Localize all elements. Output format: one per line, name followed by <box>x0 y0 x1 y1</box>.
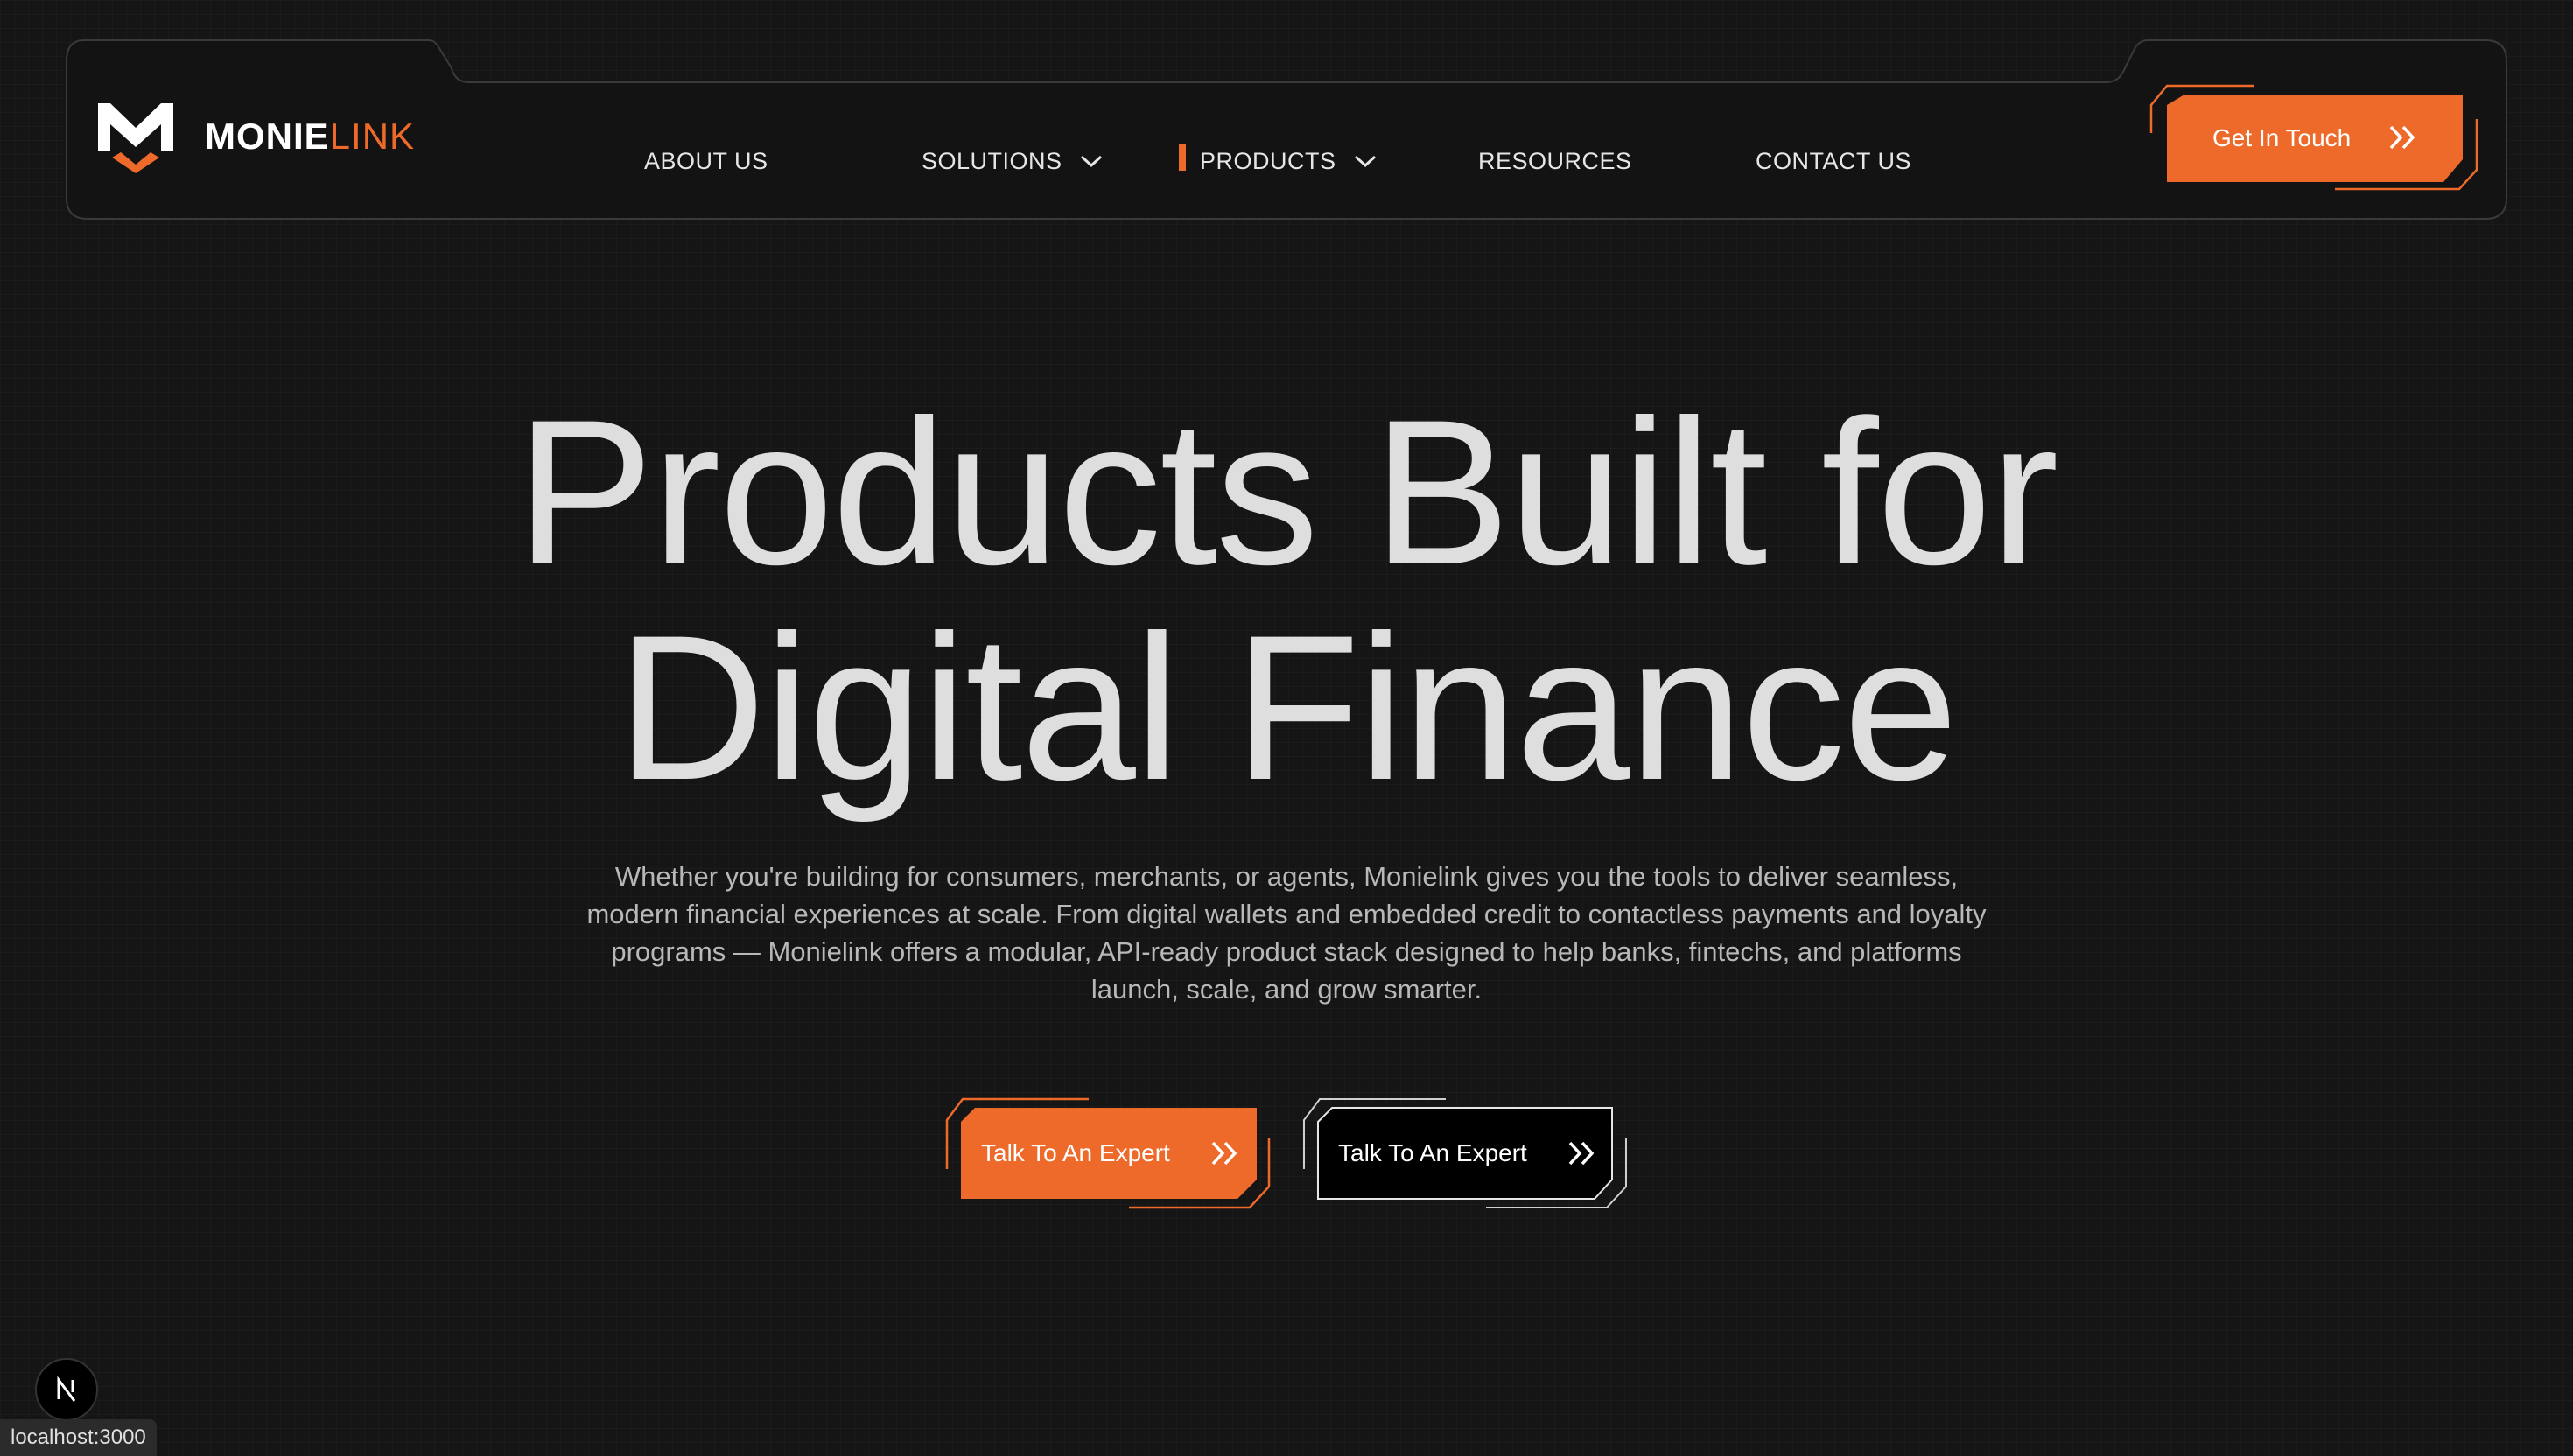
talk-to-expert-secondary-button[interactable]: Talk To An Expert <box>1302 1096 1628 1211</box>
get-in-touch-label: Get In Touch <box>2212 124 2352 151</box>
nav-item-label: SOLUTIONS <box>922 147 1062 174</box>
nav-item-solutions[interactable]: SOLUTIONS <box>922 144 1103 178</box>
navbar: MONIELINK ABOUT US SOLUTIONS PRODUCTS RE… <box>0 0 2573 228</box>
double-chevron-right-icon <box>1568 1141 1595 1166</box>
nav-item-label: ABOUT US <box>644 147 768 174</box>
hero-title-line-1: Products Built for <box>515 377 2059 608</box>
nav-item-about-us[interactable]: ABOUT US <box>644 144 768 178</box>
nav-item-label: CONTACT US <box>1756 147 1912 174</box>
nextjs-dev-badge[interactable] <box>35 1358 98 1421</box>
chevron-down-icon <box>1080 155 1102 168</box>
nav-item-products[interactable]: PRODUCTS <box>1200 144 1377 178</box>
nav-item-resources[interactable]: RESOURCES <box>1478 144 1632 178</box>
nav-item-label: PRODUCTS <box>1200 147 1336 174</box>
status-bar-url: localhost:3000 <box>0 1419 157 1456</box>
double-chevron-right-icon <box>1211 1141 1237 1166</box>
nav-item-label: RESOURCES <box>1478 147 1632 174</box>
talk-to-expert-primary-button[interactable]: Talk To An Expert <box>945 1096 1271 1211</box>
hero-title: Products Built for Digital Finance <box>0 385 2573 816</box>
talk-to-expert-primary-label: Talk To An Expert <box>981 1139 1170 1166</box>
chevron-down-icon <box>1354 155 1376 168</box>
talk-to-expert-secondary-label: Talk To An Expert <box>1338 1139 1527 1166</box>
nextjs-logo-icon <box>57 1376 76 1402</box>
hero-description: Whether you're building for consumers, m… <box>586 861 1987 1004</box>
nav-item-contact-us[interactable]: CONTACT US <box>1756 144 1911 178</box>
double-chevron-right-icon <box>2389 125 2415 150</box>
hero-title-line-2: Digital Finance <box>616 592 1959 823</box>
get-in-touch-button[interactable]: Get In Touch <box>2149 79 2478 196</box>
